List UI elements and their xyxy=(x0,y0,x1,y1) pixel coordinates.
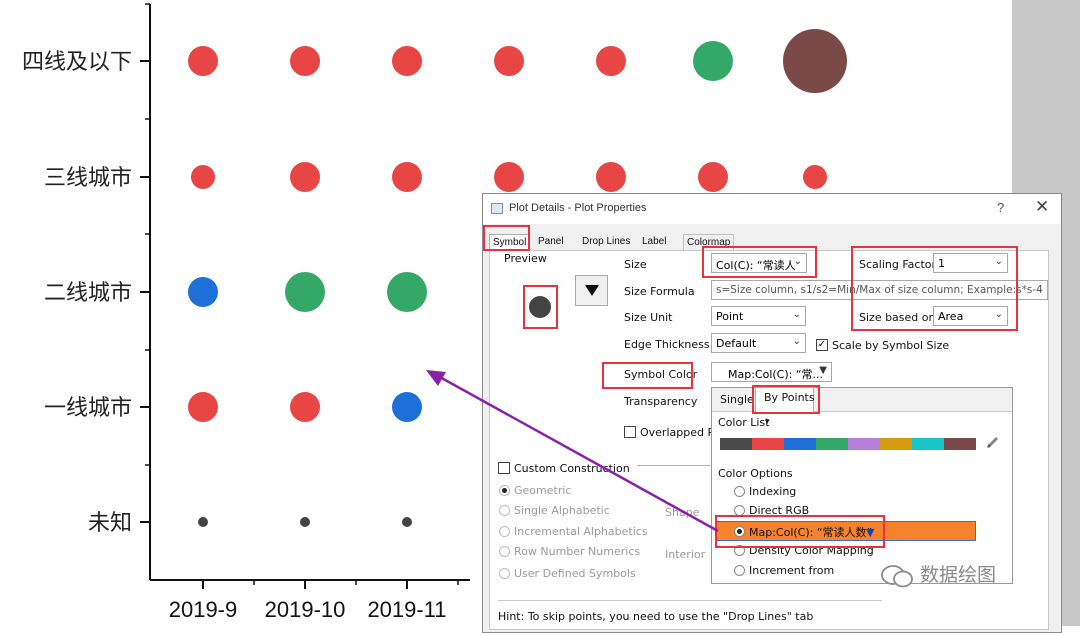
wechat-icon xyxy=(881,564,913,587)
watermark-text: 数据绘图 xyxy=(920,564,997,586)
annotation-arrow xyxy=(426,370,719,533)
watermark: 数据绘图 xyxy=(880,560,996,589)
